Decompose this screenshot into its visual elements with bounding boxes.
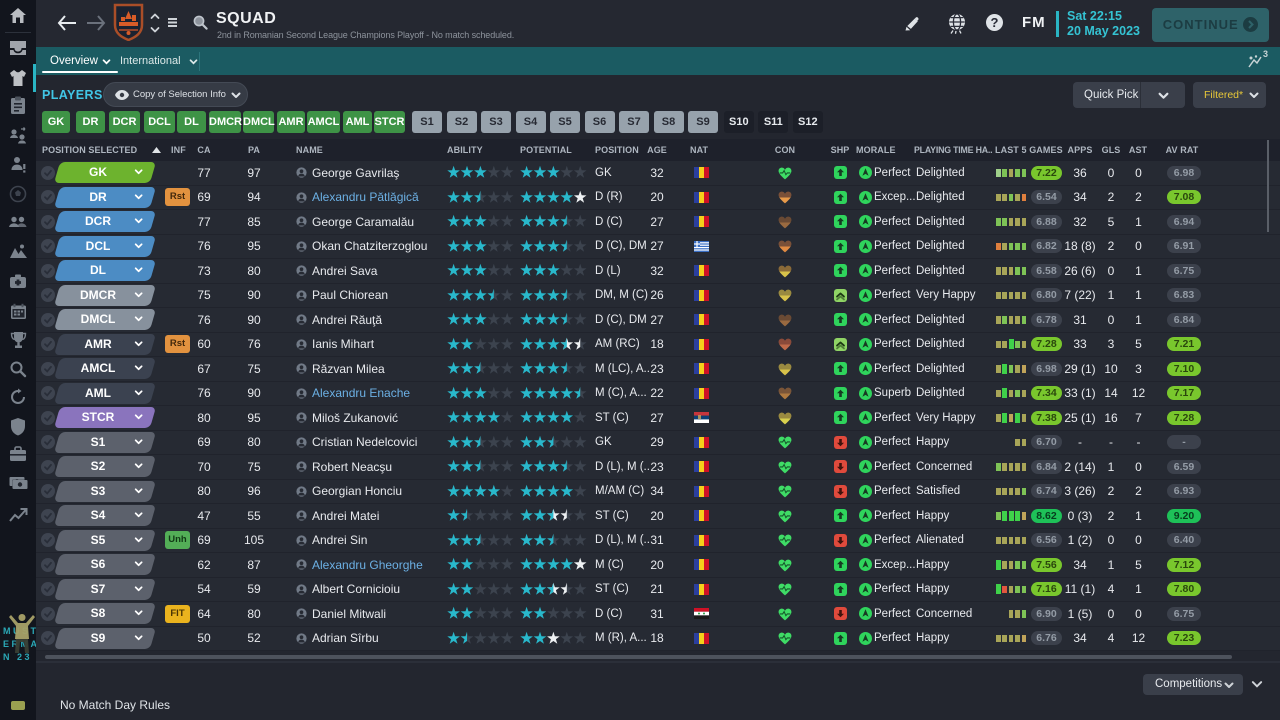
svg-text:?: ? <box>991 15 999 30</box>
